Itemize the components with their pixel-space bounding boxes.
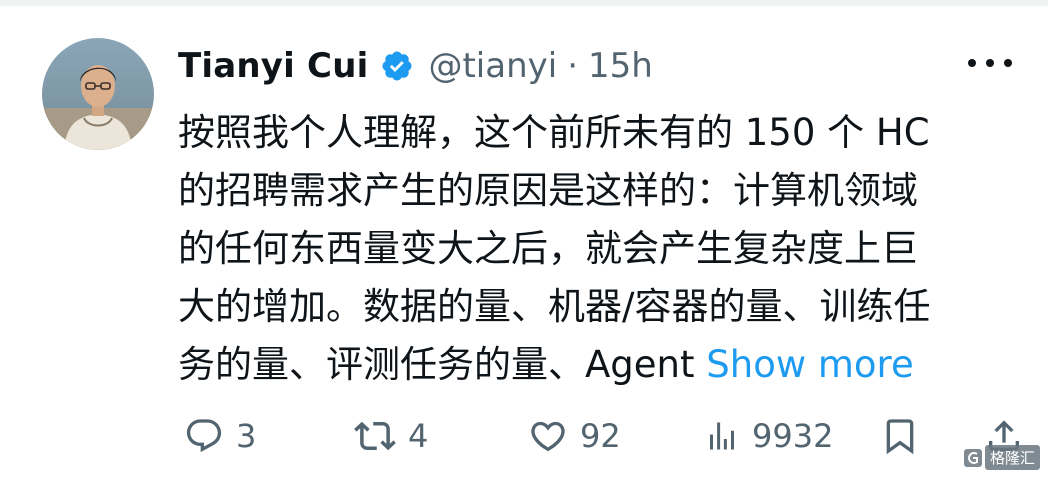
tweet-text: 按照我个人理解，这个前所未有的 150 个 HC 的招聘需求产生的原因是这样的：… xyxy=(178,104,1028,394)
more-icon-dot xyxy=(1004,59,1012,67)
more-icon-dot xyxy=(986,59,994,67)
separator-dot: · xyxy=(567,46,579,86)
tweet-actions: 3 4 92 9932 xyxy=(184,408,1028,464)
reply-count: 3 xyxy=(236,417,257,455)
tweet-text-line: 的任何东西量变大之后，就会产生复杂度上巨 xyxy=(178,227,918,270)
bookmark-button[interactable] xyxy=(880,408,920,464)
tweet-text-line: 按照我个人理解，这个前所未有的 150 个 HC xyxy=(178,111,930,154)
watermark-text: 格隆汇 xyxy=(984,445,1040,470)
views-button[interactable]: 9932 xyxy=(704,408,833,464)
avatar-photo xyxy=(42,38,154,150)
timestamp[interactable]: 15h xyxy=(588,46,653,86)
more-button[interactable] xyxy=(968,50,1012,76)
heart-icon xyxy=(528,416,568,456)
like-button[interactable]: 92 xyxy=(528,408,621,464)
more-icon-dot xyxy=(968,59,976,67)
retweet-count: 4 xyxy=(408,417,429,455)
reply-button[interactable]: 3 xyxy=(184,408,256,464)
top-divider xyxy=(0,0,1048,6)
like-count: 92 xyxy=(580,417,621,455)
views-icon xyxy=(704,416,740,456)
verified-badge-icon xyxy=(380,49,414,83)
retweet-button[interactable]: 4 xyxy=(354,408,428,464)
watermark: 格隆汇 xyxy=(963,445,1040,470)
author-handle[interactable]: @tianyi xyxy=(428,46,557,86)
views-count: 9932 xyxy=(752,417,834,455)
tweet-text-line: 的招聘需求产生的原因是这样的：计算机领域 xyxy=(178,169,918,212)
tweet-text-line: 大的增加。数据的量、机器/容器的量、训练任 xyxy=(178,285,931,328)
show-more-link[interactable]: Show more xyxy=(706,343,913,386)
retweet-icon xyxy=(354,415,396,457)
tweet-text-fragment: 务的量、评测任务的量、Agent xyxy=(178,343,707,386)
bookmark-icon xyxy=(880,416,920,456)
tweet-header: Tianyi Cui @tianyi · 15h xyxy=(178,38,653,94)
reply-icon xyxy=(184,416,224,456)
watermark-logo-icon xyxy=(963,448,982,467)
tweet-text-line-last: 务的量、评测任务的量、Agent Show more xyxy=(178,336,1028,394)
author-name[interactable]: Tianyi Cui xyxy=(178,46,368,86)
avatar[interactable] xyxy=(42,38,154,150)
